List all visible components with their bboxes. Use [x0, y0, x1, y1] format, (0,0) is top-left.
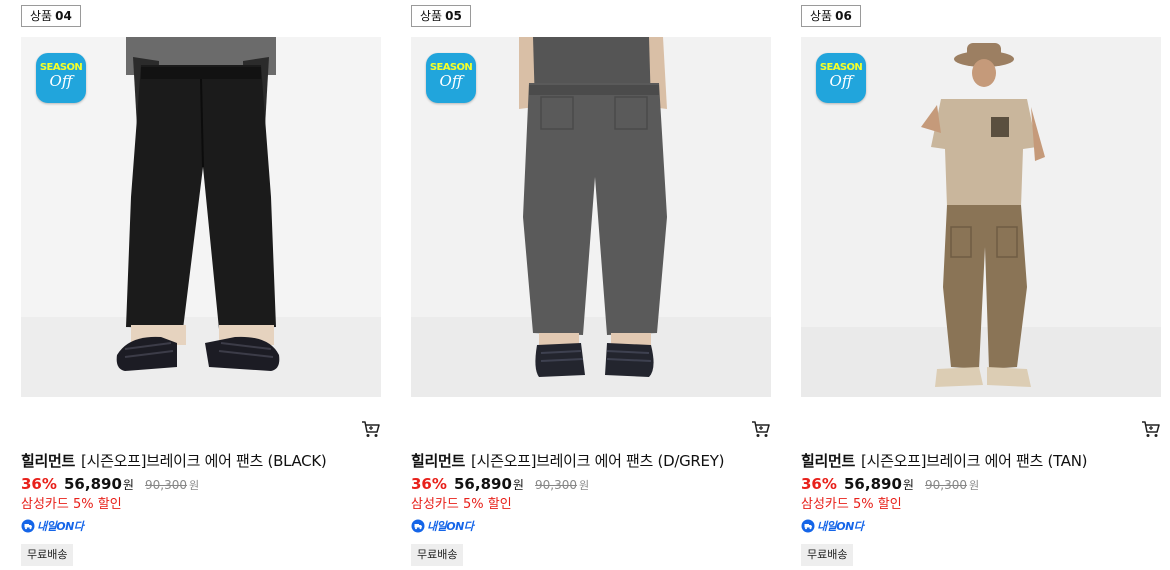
price-row: 36% 56,890원 90,300 원: [21, 474, 199, 493]
product-name: [시즌오프]브레이크 에어 팬츠 (D/GREY): [471, 452, 725, 470]
product-name: [시즌오프]브레이크 에어 팬츠 (TAN): [861, 452, 1088, 470]
card-discount-text: 삼성카드 5% 할인: [411, 497, 512, 512]
original-price-unit: 원: [189, 479, 200, 492]
truck-icon: [21, 519, 35, 533]
product-image[interactable]: SEASON Off: [21, 37, 381, 397]
product-image[interactable]: SEASON Off: [411, 37, 771, 397]
product-card[interactable]: 상품 06 SEASON Off 힐리먼트 [시즌오프]브레이크 에어 팬츠 (…: [801, 0, 1161, 570]
discount-rate: 36%: [801, 475, 837, 493]
cart-icon[interactable]: [361, 420, 381, 438]
delivery-label: 내일ON다: [37, 520, 84, 533]
card-discount-text: 삼성카드 5% 할인: [801, 497, 902, 512]
sale-price-unit: 원: [902, 478, 914, 492]
product-card[interactable]: 상품 05 SEASON Off 힐리먼트 [시즌오프]브레이크 에어 팬츠 (…: [411, 0, 771, 570]
badge-number: 05: [445, 9, 462, 23]
truck-icon: [411, 519, 425, 533]
product-name: [시즌오프]브레이크 에어 팬츠 (BLACK): [81, 452, 327, 470]
cart-icon[interactable]: [1141, 420, 1161, 438]
sale-price: 56,890: [454, 475, 512, 493]
price-row: 36% 56,890원 90,300 원: [801, 474, 979, 493]
discount-rate: 36%: [21, 475, 57, 493]
product-title[interactable]: 힐리먼트 [시즌오프]브레이크 에어 팬츠 (BLACK): [21, 450, 381, 471]
product-number-badge: 상품 05: [411, 5, 471, 27]
product-number-badge: 상품 06: [801, 5, 861, 27]
card-discount-text: 삼성카드 5% 할인: [21, 497, 122, 512]
badge-prefix: 상품: [810, 9, 833, 23]
delivery-badge: 내일ON다: [801, 518, 864, 534]
original-price: 90,300: [535, 478, 578, 492]
product-title[interactable]: 힐리먼트 [시즌오프]브레이크 에어 팬츠 (D/GREY): [411, 450, 771, 471]
discount-rate: 36%: [411, 475, 447, 493]
badge-prefix: 상품: [30, 9, 53, 23]
free-shipping-tag: 무료배송: [411, 544, 464, 566]
brand-name: 힐리먼트: [801, 452, 856, 470]
product-number-badge: 상품 04: [21, 5, 81, 27]
season-off-badge: SEASON Off: [426, 53, 476, 103]
product-card[interactable]: 상품 04 SEASON Off 힐리먼트 [시즌오프]브레이크 에어 팬츠 (…: [21, 0, 381, 570]
season-off-badge: SEASON Off: [816, 53, 866, 103]
brand-name: 힐리먼트: [21, 452, 76, 470]
sale-price-unit: 원: [122, 478, 134, 492]
delivery-badge: 내일ON다: [411, 518, 474, 534]
sale-price: 56,890: [64, 475, 122, 493]
delivery-badge: 내일ON다: [21, 518, 84, 534]
price-row: 36% 56,890원 90,300 원: [411, 474, 589, 493]
product-title[interactable]: 힐리먼트 [시즌오프]브레이크 에어 팬츠 (TAN): [801, 450, 1161, 471]
season-off-badge: SEASON Off: [36, 53, 86, 103]
badge-number: 04: [55, 9, 72, 23]
badge-prefix: 상품: [420, 9, 443, 23]
product-image[interactable]: SEASON Off: [801, 37, 1161, 397]
original-price: 90,300: [145, 478, 188, 492]
badge-number: 06: [835, 9, 852, 23]
sale-price-unit: 원: [512, 478, 524, 492]
delivery-label: 내일ON다: [817, 520, 864, 533]
original-price: 90,300: [925, 478, 968, 492]
free-shipping-tag: 무료배송: [21, 544, 74, 566]
delivery-label: 내일ON다: [427, 520, 474, 533]
product-grid: 상품 04 SEASON Off 힐리먼트 [시즌오프]브레이크 에어 팬츠 (…: [0, 0, 1170, 570]
brand-name: 힐리먼트: [411, 452, 466, 470]
sale-price: 56,890: [844, 475, 902, 493]
free-shipping-tag: 무료배송: [801, 544, 854, 566]
original-price-unit: 원: [969, 479, 980, 492]
original-price-unit: 원: [579, 479, 590, 492]
truck-icon: [801, 519, 815, 533]
cart-icon[interactable]: [751, 420, 771, 438]
